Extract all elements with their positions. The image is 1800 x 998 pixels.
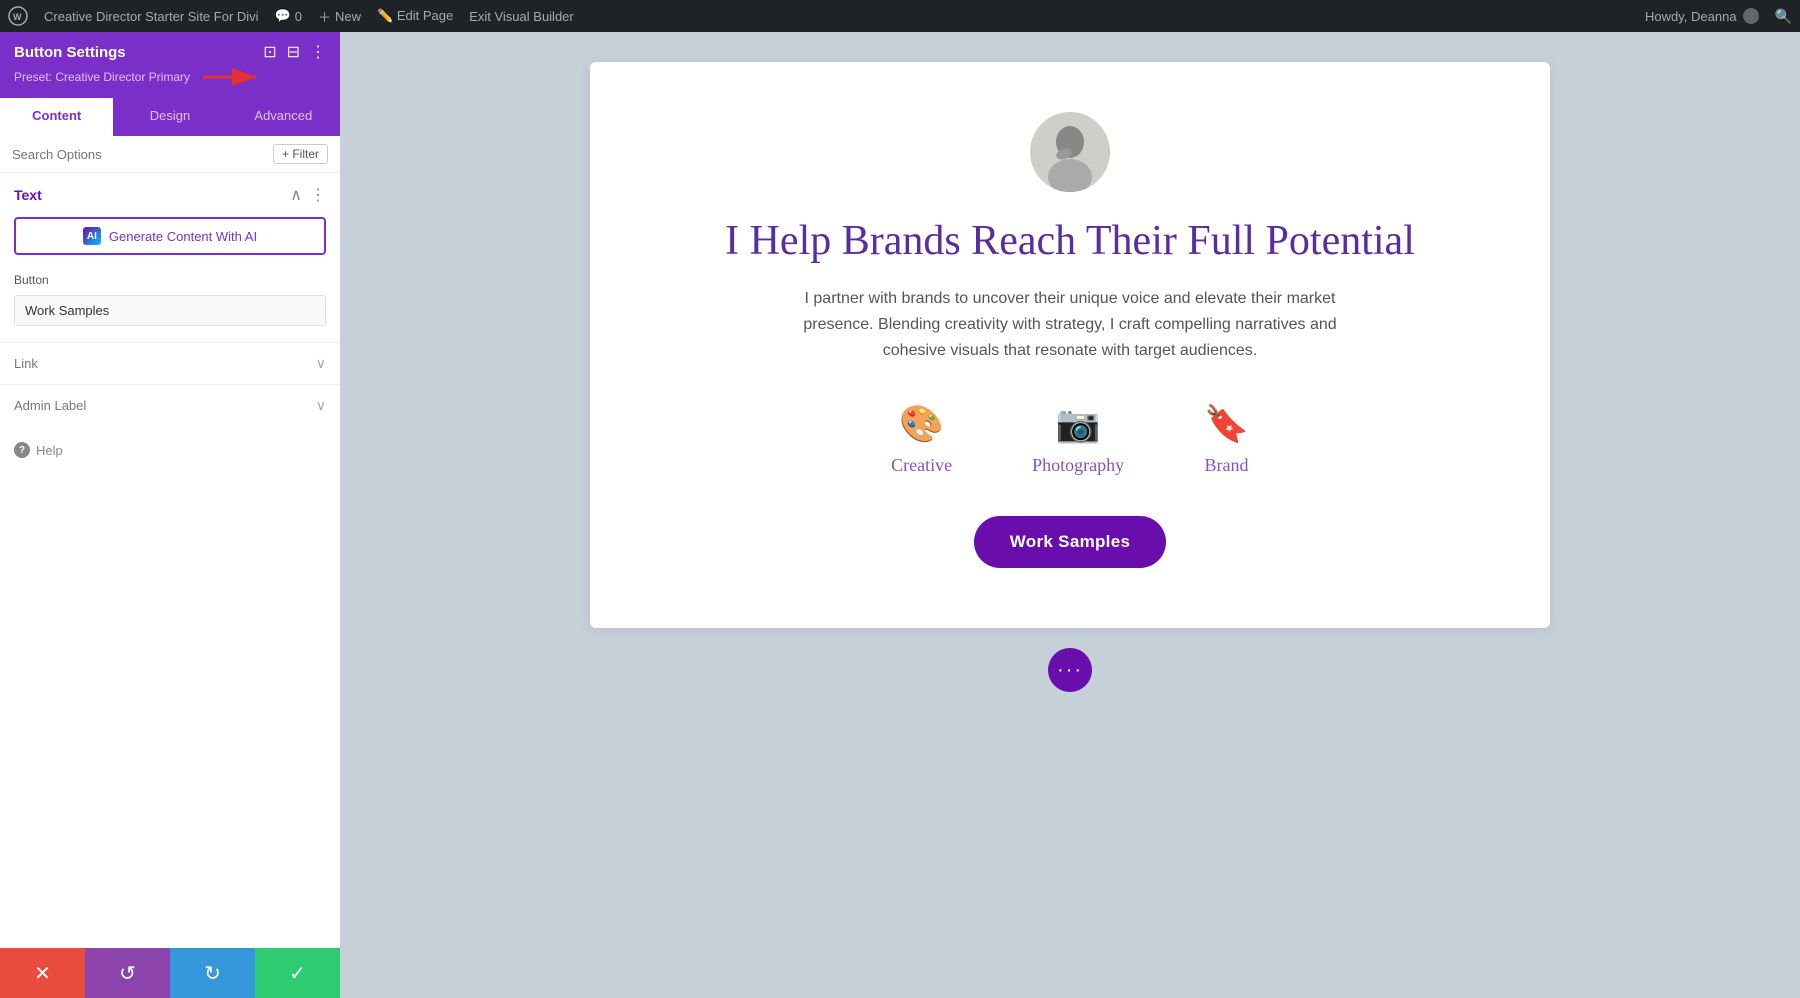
search-options-bar: + Filter (0, 136, 340, 173)
undo-button[interactable]: ↺ (85, 948, 170, 998)
generate-ai-button[interactable]: AI Generate Content With AI (14, 217, 326, 255)
link-section-title: Link (14, 356, 38, 371)
link-chevron-icon: ∨ (316, 355, 326, 372)
search-options-input[interactable] (12, 147, 265, 162)
panel-bottom-actions: ✕ ↺ ↻ ✓ (0, 948, 340, 998)
tab-content[interactable]: Content (0, 98, 113, 136)
section-controls: ∧ ⋮ (290, 185, 326, 205)
service-photography: 📷 Photography (1032, 403, 1124, 476)
help-row[interactable]: ? Help (0, 426, 340, 474)
user-howdy: Howdy, Deanna (1645, 8, 1759, 24)
link-section-header[interactable]: Link ∨ (0, 343, 340, 384)
save-button[interactable]: ✓ (255, 948, 340, 998)
redo-button[interactable]: ↻ (170, 948, 255, 998)
admin-search-icon[interactable]: 🔍 (1775, 8, 1792, 25)
header-icon-group: ⊡ ⊟ ⋮ (263, 42, 326, 62)
help-circle-icon: ? (14, 442, 30, 458)
layout-icon[interactable]: ⊟ (287, 42, 300, 62)
hero-title: I Help Brands Reach Their Full Potential (725, 216, 1415, 266)
service-brand-label: Brand (1204, 455, 1248, 476)
button-field-label: Button (0, 269, 340, 291)
text-section-title: Text (14, 187, 42, 203)
ai-icon: AI (83, 227, 101, 245)
exit-builder-link[interactable]: Exit Visual Builder (469, 9, 574, 24)
admin-label-title: Admin Label (14, 398, 86, 413)
avatar (1743, 8, 1759, 24)
comment-icon[interactable]: 💬 0 (275, 8, 302, 24)
red-arrow-icon (198, 66, 268, 88)
avatar-image (1030, 112, 1110, 192)
admin-label-section: Admin Label ∨ (0, 384, 340, 426)
section-collapse-icon[interactable]: ∧ (290, 185, 302, 205)
section-more-icon[interactable]: ⋮ (310, 185, 326, 205)
filter-button[interactable]: + Filter (273, 144, 328, 164)
site-name[interactable]: Creative Director Starter Site For Divi (44, 9, 259, 24)
button-text-input[interactable] (14, 295, 326, 326)
service-creative-label: Creative (891, 455, 952, 476)
admin-label-chevron-icon: ∨ (316, 397, 326, 414)
panel-body: + Filter Text ∧ ⋮ AI Generate Content Wi… (0, 136, 340, 948)
service-photography-label: Photography (1032, 455, 1124, 476)
svg-text:W: W (13, 12, 22, 22)
services-row: 🎨 Creative 📷 Photography 🔖 Brand (891, 403, 1249, 476)
wp-admin-bar: W Creative Director Starter Site For Div… (0, 0, 1800, 32)
text-section-header: Text ∧ ⋮ (0, 173, 340, 213)
avatar (1030, 112, 1110, 192)
panel-title: Button Settings (14, 44, 126, 61)
brand-bookmark-icon: 🔖 (1204, 403, 1249, 445)
help-label: Help (36, 443, 63, 458)
tab-advanced[interactable]: Advanced (227, 98, 340, 136)
preset-row: Preset: Creative Director Primary (14, 66, 326, 88)
panel-header: Button Settings ⊡ ⊟ ⋮ Preset: Creative D… (0, 32, 340, 98)
service-creative: 🎨 Creative (891, 403, 952, 476)
more-options-icon[interactable]: ⋮ (310, 42, 326, 62)
photography-camera-icon: 📷 (1056, 403, 1101, 445)
hero-subtitle: I partner with brands to uncover their u… (770, 286, 1370, 363)
page-preview: I Help Brands Reach Their Full Potential… (340, 32, 1800, 998)
wordpress-icon: W (8, 6, 28, 26)
comment-bubble-icon: 💬 (275, 8, 291, 24)
floating-menu-button[interactable]: ··· (1048, 648, 1092, 692)
cta-work-samples-button[interactable]: Work Samples (974, 516, 1166, 568)
tab-design[interactable]: Design (113, 98, 226, 136)
service-brand: 🔖 Brand (1204, 403, 1249, 476)
link-section: Link ∨ (0, 342, 340, 384)
creative-palette-icon: 🎨 (899, 403, 944, 445)
admin-label-section-header[interactable]: Admin Label ∨ (0, 385, 340, 426)
new-link[interactable]: ＋ New (318, 7, 361, 26)
cancel-button[interactable]: ✕ (0, 948, 85, 998)
responsive-icon[interactable]: ⊡ (263, 42, 276, 62)
edit-page-link[interactable]: ✏️ Edit Page (377, 8, 453, 24)
hero-card: I Help Brands Reach Their Full Potential… (590, 62, 1550, 628)
left-panel: Button Settings ⊡ ⊟ ⋮ Preset: Creative D… (0, 32, 340, 998)
panel-tabs: Content Design Advanced (0, 98, 340, 136)
pencil-icon: ✏️ (377, 8, 393, 23)
